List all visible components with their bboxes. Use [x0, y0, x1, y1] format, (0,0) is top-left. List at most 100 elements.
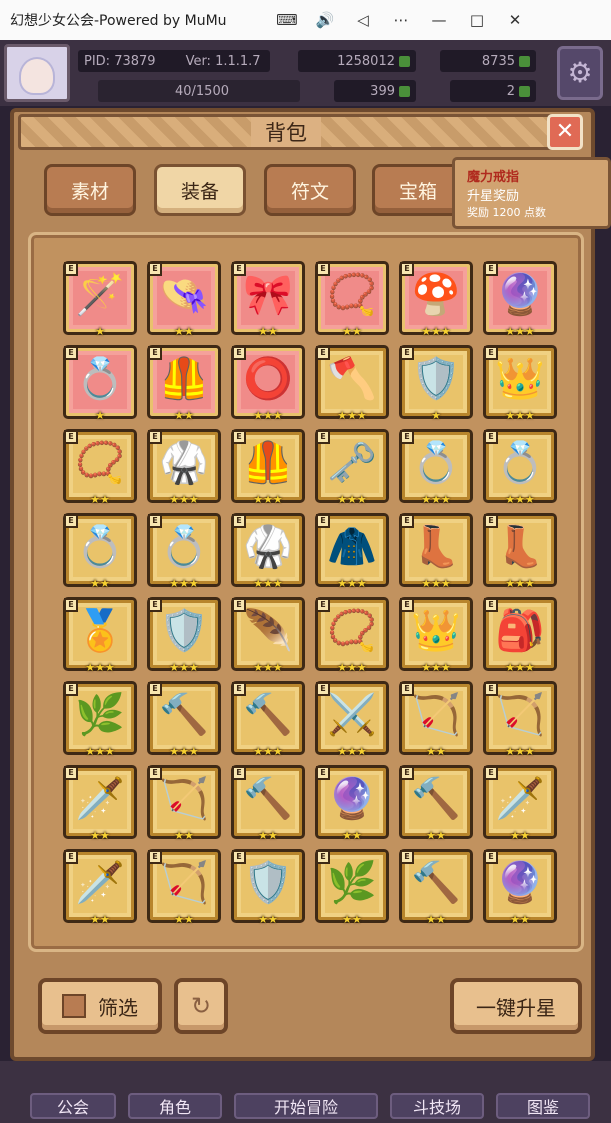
equipment-slot[interactable]: E 🦺 ★★ — [147, 345, 221, 422]
star-rating: ★★★ — [421, 493, 451, 506]
star-rating: ★★★ — [169, 745, 199, 758]
equipment-slot[interactable]: E 🧥 ★★★ — [315, 513, 389, 590]
equipment-slot[interactable]: E 🥋 ★★★ — [147, 429, 221, 506]
equipment-slot[interactable]: E 🛡️ ★ — [399, 345, 473, 422]
star-rating: ★★★ — [337, 493, 367, 506]
equipment-slot[interactable]: E 👒 ★★ — [147, 261, 221, 338]
equipment-slot[interactable]: E 🌿 ★★★ — [63, 681, 137, 758]
star-rating: ★★★ — [253, 661, 283, 674]
equipment-slot[interactable]: E 💍 ★★ — [63, 513, 137, 590]
equipment-slot[interactable]: E 🪓 ★★★ — [315, 345, 389, 422]
nav-character[interactable]: 角色 — [128, 1093, 222, 1119]
equipment-slot[interactable]: E 🥋 ★★★ — [231, 513, 305, 590]
equipment-slot[interactable]: E 👢 ★★★ — [483, 513, 557, 590]
equipment-slot[interactable]: E 🦺 ★★★ — [231, 429, 305, 506]
equipment-slot[interactable]: E 🎀 ★★ — [231, 261, 305, 338]
equipment-slot[interactable]: E 🔮 ★★ — [315, 765, 389, 842]
upgrade-all-button[interactable]: 一键升星 — [450, 978, 582, 1034]
equipment-slot[interactable]: E 🏹 ★★★ — [483, 681, 557, 758]
volume-icon[interactable]: 🔊 — [306, 0, 344, 40]
tab-equipment[interactable]: 装备 — [154, 164, 246, 216]
equipment-slot[interactable]: E 💍 ★★★ — [483, 429, 557, 506]
equipment-slot[interactable]: E 🪶 ★★★ — [231, 597, 305, 674]
equipment-slot[interactable]: E 🌿 ★★ — [315, 849, 389, 926]
equipment-slot[interactable]: E 👢 ★★★ — [399, 513, 473, 590]
equipment-slot[interactable]: E 📿 ★★★ — [315, 597, 389, 674]
tab-chests[interactable]: 宝箱 — [372, 164, 464, 216]
settings-gear-icon[interactable]: ⚙ — [557, 46, 603, 100]
filter-label: 筛选 — [98, 995, 138, 1020]
plus-icon[interactable] — [519, 85, 530, 97]
equipment-slot[interactable]: E 🔨 ★★ — [399, 849, 473, 926]
equipment-slot[interactable]: E 💍 ★ — [63, 345, 137, 422]
item-icon: 🗡️ — [75, 776, 125, 822]
equipment-slot[interactable]: E 🏹 ★★ — [147, 849, 221, 926]
item-icon: 🎀 — [243, 272, 293, 318]
maximize-button[interactable]: □ — [458, 0, 496, 40]
equipment-slot[interactable]: E 🗡️ ★★ — [63, 765, 137, 842]
equipment-slot[interactable]: E 💍 ★★★ — [147, 513, 221, 590]
equipment-slot[interactable]: E 🏹 ★★ — [399, 681, 473, 758]
refresh-icon: ↻ — [190, 992, 212, 1020]
equipment-slot[interactable]: E 🏅 ★★★ — [63, 597, 137, 674]
equipment-slot[interactable]: E 🗡️ ★★ — [63, 849, 137, 926]
equipment-slot[interactable]: E ⚔️ ★★★ — [315, 681, 389, 758]
equipment-slot[interactable]: E 🔮 ★★★ — [483, 261, 557, 338]
star-rating: ★★★ — [337, 409, 367, 422]
plus-icon[interactable] — [399, 55, 410, 67]
nav-guild[interactable]: 公会 — [30, 1093, 116, 1119]
nav-codex[interactable]: 图鉴 — [496, 1093, 590, 1119]
item-icon: 👒 — [159, 272, 209, 318]
item-icon: 🏹 — [411, 692, 461, 738]
item-icon: 🦺 — [159, 356, 209, 402]
star-rating: ★★ — [174, 829, 194, 842]
tab-materials[interactable]: 素材 — [44, 164, 136, 216]
minimize-button[interactable]: — — [420, 0, 458, 40]
star-rating: ★★★ — [337, 577, 367, 590]
star-rating: ★★★ — [337, 745, 367, 758]
equipment-slot[interactable]: E 👑 ★★★ — [483, 345, 557, 422]
keyboard-icon[interactable]: ⌨ — [268, 0, 306, 40]
plus-icon[interactable] — [519, 55, 530, 67]
avatar[interactable] — [4, 44, 70, 102]
plus-icon[interactable] — [399, 85, 410, 97]
equipment-slot[interactable]: E 🛡️ ★★ — [231, 849, 305, 926]
close-window-button[interactable]: ✕ — [496, 0, 534, 40]
player-id: PID: 73879 — [84, 53, 156, 69]
equipment-slot[interactable]: E 🛡️ ★★★ — [147, 597, 221, 674]
equipment-slot[interactable]: E 📿 ★★ — [315, 261, 389, 338]
item-icon: 🔮 — [495, 272, 545, 318]
star-rating: ★★ — [426, 829, 446, 842]
equipment-slot[interactable]: E 🪄 ★ — [63, 261, 137, 338]
item-icon: 🔮 — [495, 860, 545, 906]
star-rating: ★★★ — [253, 493, 283, 506]
equipment-slot[interactable]: E 👑 ★★★ — [399, 597, 473, 674]
nav-start-adventure[interactable]: 开始冒险 — [234, 1093, 378, 1119]
equipment-slot[interactable]: E 🏹 ★★ — [147, 765, 221, 842]
filter-button[interactable]: 筛选 — [38, 978, 162, 1034]
star-rating: ★★★ — [169, 661, 199, 674]
equipment-slot[interactable]: E 🗝️ ★★★ — [315, 429, 389, 506]
tab-runes[interactable]: 符文 — [264, 164, 356, 216]
item-icon: 🍄 — [411, 272, 461, 318]
item-icon: 🏹 — [159, 776, 209, 822]
back-icon[interactable]: ◁ — [344, 0, 382, 40]
equipment-slot[interactable]: E 🔨 ★★★ — [147, 681, 221, 758]
equipment-slot[interactable]: E 🔨 ★★ — [231, 765, 305, 842]
nav-arena[interactable]: 斗技场 — [390, 1093, 484, 1119]
equipment-slot[interactable]: E 🎒 ★★★ — [483, 597, 557, 674]
equipment-slot[interactable]: E 🔮 ★★ — [483, 849, 557, 926]
more-icon[interactable]: ⋯ — [382, 0, 420, 40]
equipment-slot[interactable]: E 🔨 ★★★ — [231, 681, 305, 758]
equipment-slot[interactable]: E 🍄 ★★★ — [399, 261, 473, 338]
equipment-slot[interactable]: E 🗡️ ★★ — [483, 765, 557, 842]
close-button[interactable]: ✕ — [547, 114, 583, 150]
equipment-slot[interactable]: E 📿 ★★ — [63, 429, 137, 506]
star-rating: ★★★ — [337, 661, 367, 674]
refresh-button[interactable]: ↻ — [174, 978, 228, 1034]
equipment-slot[interactable]: E 💍 ★★★ — [399, 429, 473, 506]
equipment-slot[interactable]: E ⭕ ★★★ — [231, 345, 305, 422]
equipment-slot[interactable]: E 🔨 ★★ — [399, 765, 473, 842]
star-rating: ★★★ — [253, 409, 283, 422]
item-icon: 🏹 — [159, 860, 209, 906]
